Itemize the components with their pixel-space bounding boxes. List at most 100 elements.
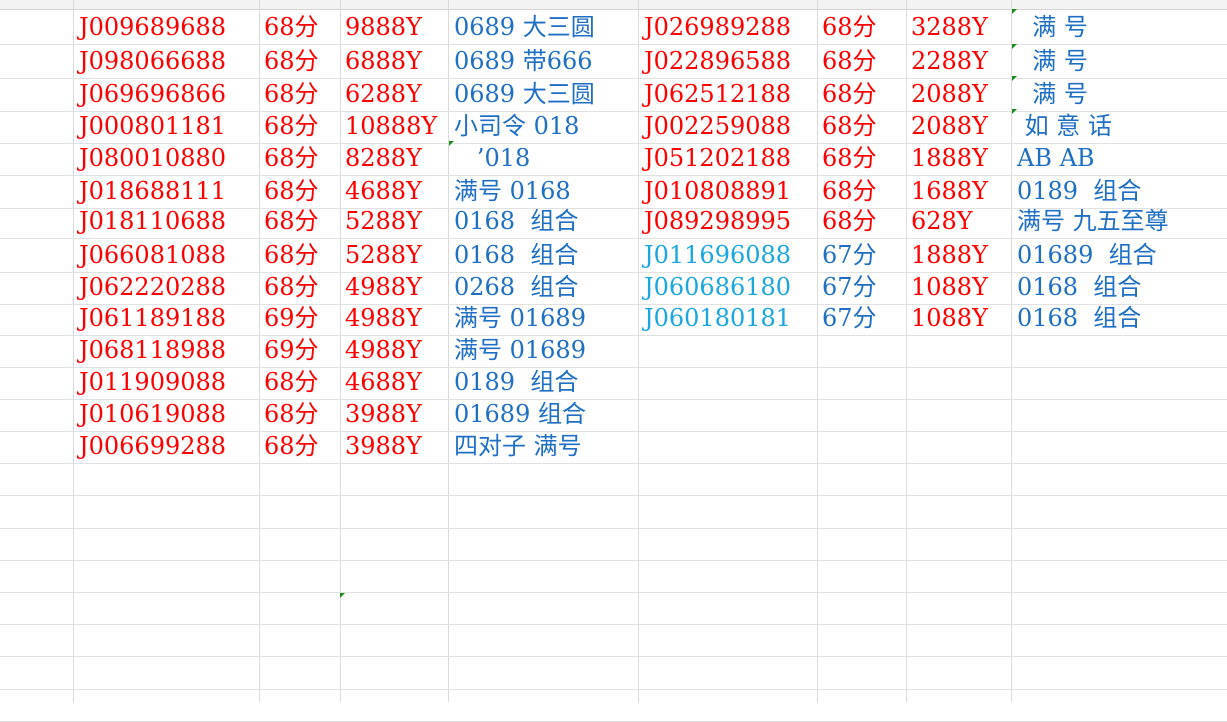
- description-cell[interactable]: 01689 组合: [454, 398, 586, 430]
- number-code-cell[interactable]: J022896588: [644, 45, 791, 77]
- row-divider[interactable]: [0, 592, 1227, 593]
- score-cell[interactable]: 68分: [264, 205, 319, 237]
- score-cell[interactable]: 68分: [264, 175, 319, 207]
- score-cell[interactable]: 68分: [264, 142, 319, 174]
- score-cell[interactable]: 67分: [822, 271, 877, 303]
- description-cell[interactable]: 满 号: [1017, 45, 1088, 77]
- description-cell[interactable]: AB AB: [1017, 142, 1095, 174]
- column-divider[interactable]: [448, 0, 449, 702]
- description-cell[interactable]: 四对子 满号: [454, 430, 582, 462]
- price-cell[interactable]: 5288Y: [345, 205, 422, 237]
- number-code-cell[interactable]: J018688111: [79, 175, 226, 207]
- number-code-cell[interactable]: J089298995: [644, 205, 791, 237]
- score-cell[interactable]: 68分: [822, 78, 877, 110]
- description-cell[interactable]: 0268 组合: [454, 271, 578, 303]
- score-cell[interactable]: 68分: [264, 110, 319, 142]
- number-code-cell[interactable]: J002259088: [644, 110, 791, 142]
- number-code-cell[interactable]: J010808891: [644, 175, 791, 207]
- price-cell[interactable]: 2088Y: [911, 78, 988, 110]
- description-cell[interactable]: 01689 组合: [1017, 239, 1157, 271]
- description-cell[interactable]: 0189 组合: [454, 366, 578, 398]
- number-code-cell[interactable]: J009689688: [79, 11, 226, 43]
- score-cell[interactable]: 68分: [264, 239, 319, 271]
- number-code-cell[interactable]: J061189188: [79, 302, 226, 334]
- score-cell[interactable]: 67分: [822, 239, 877, 271]
- price-cell[interactable]: 4688Y: [345, 175, 422, 207]
- score-cell[interactable]: 68分: [264, 78, 319, 110]
- score-cell[interactable]: 68分: [822, 175, 877, 207]
- number-code-cell[interactable]: J018110688: [79, 205, 226, 237]
- score-cell[interactable]: 68分: [822, 142, 877, 174]
- price-cell[interactable]: 4988Y: [345, 302, 422, 334]
- number-code-cell[interactable]: J069696866: [79, 78, 226, 110]
- description-cell[interactable]: 0689 带666: [454, 45, 593, 77]
- number-code-cell[interactable]: J051202188: [644, 142, 791, 174]
- price-cell[interactable]: 1688Y: [911, 175, 988, 207]
- price-cell[interactable]: 4688Y: [345, 366, 422, 398]
- score-cell[interactable]: 68分: [264, 45, 319, 77]
- score-cell[interactable]: 68分: [264, 271, 319, 303]
- price-cell[interactable]: 10888Y: [345, 110, 437, 142]
- price-cell[interactable]: 3988Y: [345, 430, 422, 462]
- score-cell[interactable]: 68分: [264, 366, 319, 398]
- column-divider[interactable]: [1011, 0, 1012, 702]
- number-code-cell[interactable]: J026989288: [644, 11, 791, 43]
- number-code-cell[interactable]: J066081088: [79, 239, 226, 271]
- number-code-cell[interactable]: J011696088: [644, 239, 791, 271]
- price-cell[interactable]: 1088Y: [911, 271, 988, 303]
- price-cell[interactable]: 1888Y: [911, 239, 988, 271]
- description-cell[interactable]: 满号 0168: [454, 175, 571, 207]
- price-cell[interactable]: 5288Y: [345, 239, 422, 271]
- price-cell[interactable]: 4988Y: [345, 271, 422, 303]
- description-cell[interactable]: 满号 01689: [454, 334, 586, 366]
- score-cell[interactable]: 69分: [264, 302, 319, 334]
- row-divider[interactable]: [0, 495, 1227, 496]
- score-cell[interactable]: 69分: [264, 334, 319, 366]
- score-cell[interactable]: 68分: [822, 205, 877, 237]
- description-cell[interactable]: 0168 组合: [454, 239, 578, 271]
- number-code-cell[interactable]: J068118988: [79, 334, 226, 366]
- score-cell[interactable]: 68分: [822, 11, 877, 43]
- description-cell[interactable]: ’018: [454, 142, 530, 174]
- description-cell[interactable]: 0168 组合: [454, 205, 578, 237]
- price-cell[interactable]: 6288Y: [345, 78, 422, 110]
- description-cell[interactable]: 满 号: [1017, 78, 1088, 110]
- row-divider[interactable]: [0, 463, 1227, 464]
- row-divider[interactable]: [0, 560, 1227, 561]
- score-cell[interactable]: 68分: [822, 110, 877, 142]
- description-cell[interactable]: 0168 组合: [1017, 302, 1141, 334]
- description-cell[interactable]: 小司令 018: [454, 110, 579, 142]
- row-divider[interactable]: [0, 624, 1227, 625]
- score-cell[interactable]: 67分: [822, 302, 877, 334]
- description-cell[interactable]: 0689 大三圆: [454, 11, 595, 43]
- price-cell[interactable]: 6888Y: [345, 45, 422, 77]
- number-code-cell[interactable]: J011909088: [79, 366, 226, 398]
- number-code-cell[interactable]: J080010880: [79, 142, 226, 174]
- price-cell[interactable]: 4988Y: [345, 334, 422, 366]
- description-cell[interactable]: 0189 组合: [1017, 175, 1141, 207]
- description-cell[interactable]: 满 号: [1017, 11, 1088, 43]
- score-cell[interactable]: 68分: [822, 45, 877, 77]
- price-cell[interactable]: 2288Y: [911, 45, 988, 77]
- row-divider[interactable]: [0, 656, 1227, 657]
- score-cell[interactable]: 68分: [264, 430, 319, 462]
- score-cell[interactable]: 68分: [264, 398, 319, 430]
- number-code-cell[interactable]: J060180181: [644, 302, 791, 334]
- column-divider[interactable]: [638, 0, 639, 702]
- column-divider[interactable]: [817, 0, 818, 702]
- row-divider[interactable]: [0, 689, 1227, 690]
- description-cell[interactable]: 如 意 话: [1017, 110, 1112, 142]
- price-cell[interactable]: 1088Y: [911, 302, 988, 334]
- price-cell[interactable]: 3988Y: [345, 398, 422, 430]
- column-divider[interactable]: [259, 0, 260, 702]
- number-code-cell[interactable]: J098066688: [79, 45, 226, 77]
- price-cell[interactable]: 3288Y: [911, 11, 988, 43]
- number-code-cell[interactable]: J010619088: [79, 398, 226, 430]
- description-cell[interactable]: 满号 01689: [454, 302, 586, 334]
- row-divider[interactable]: [0, 528, 1227, 529]
- description-cell[interactable]: 0689 大三圆: [454, 78, 595, 110]
- number-code-cell[interactable]: J062512188: [644, 78, 791, 110]
- number-code-cell[interactable]: J006699288: [79, 430, 226, 462]
- column-divider[interactable]: [73, 0, 74, 702]
- price-cell[interactable]: 9888Y: [345, 11, 422, 43]
